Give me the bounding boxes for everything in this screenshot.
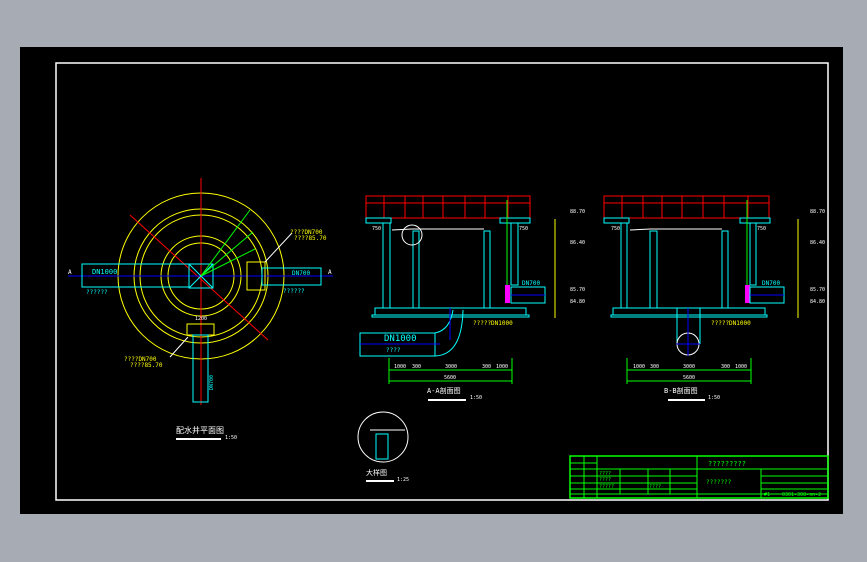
bb-dim-4: 300 xyxy=(721,364,730,370)
aa-scale: 1:50 xyxy=(470,395,482,401)
paper-sheet xyxy=(20,47,843,514)
detail-scale: 1:25 xyxy=(397,477,409,483)
bb-side-dim-1: 750 xyxy=(611,226,620,232)
pipe-left-label: DN1000 xyxy=(92,268,117,276)
drawing-canvas[interactable]: DN1000 ?????? DN700 ?????? A A ???? DN700… xyxy=(0,0,867,562)
note-right-level: ????85.70 xyxy=(294,235,327,242)
bb-side-dim-2: 750 xyxy=(757,226,766,232)
aa-pipe-big: DN1000 xyxy=(384,334,417,344)
pipe-bottom-label: DN700 xyxy=(209,375,215,390)
aa-level-4: 84.80 xyxy=(570,299,585,305)
bb-level-1: 88.70 xyxy=(810,209,825,215)
aa-pipe-big-note: ???? xyxy=(386,347,401,354)
aa-level-2: 86.40 xyxy=(570,240,585,246)
bb-title: B-B剖面图 xyxy=(664,386,698,395)
section-mark-a-left: A xyxy=(68,269,72,276)
aa-dim-4: 300 xyxy=(482,364,491,370)
bb-dim-5: 1000 xyxy=(735,364,747,370)
title-drawing: ??????? xyxy=(706,479,732,486)
title-project: ????????? xyxy=(708,460,746,468)
aa-dim-1: 1000 xyxy=(394,364,406,370)
aa-pipe-small: DN700 xyxy=(522,280,540,287)
bb-level-4: 84.80 xyxy=(810,299,825,305)
title-number: 0301-308-sn-2 xyxy=(782,492,821,498)
plan-title: 配水井平面图 xyxy=(176,425,224,435)
bb-dim-3: 3000 xyxy=(683,364,695,370)
detail-title: 大样图 xyxy=(366,468,387,477)
bb-level-3: 85.70 xyxy=(810,287,825,293)
pipe-left-note: ?????? xyxy=(86,289,108,296)
bb-dim-1: 1000 xyxy=(633,364,645,370)
valve-bb xyxy=(745,285,750,303)
aa-level-1: 88.70 xyxy=(570,209,585,215)
bb-pipe-note: ?????DN1000 xyxy=(711,320,751,327)
aa-level-3: 85.70 xyxy=(570,287,585,293)
aa-dim-5: 1000 xyxy=(496,364,508,370)
bb-level-2: 86.40 xyxy=(810,240,825,246)
aa-side-dim-2: 750 xyxy=(519,226,528,232)
dim-bottom: 1200 xyxy=(195,316,207,322)
aa-dim-2: 300 xyxy=(412,364,421,370)
aa-side-dim-1: 750 xyxy=(372,226,381,232)
bb-dim-total: 5600 xyxy=(683,375,695,381)
bb-dim-2: 300 xyxy=(650,364,659,370)
title-sheet: #1 xyxy=(764,492,770,498)
aa-title: A-A剖面图 xyxy=(427,386,461,395)
plan-scale: 1:50 xyxy=(225,435,237,441)
bb-pipe-small: DN700 xyxy=(762,280,780,287)
aa-dim-3: 3000 xyxy=(445,364,457,370)
section-mark-a: A xyxy=(328,269,332,276)
title-row-3: ????? xyxy=(599,484,614,490)
aa-pipe-note: ?????DN1000 xyxy=(473,320,513,327)
title-row-4: ???? xyxy=(649,484,661,490)
valve-aa xyxy=(505,285,510,303)
cad-viewport[interactable]: DN1000 ?????? DN700 ?????? A A ???? DN700… xyxy=(0,0,867,562)
aa-dim-total: 5600 xyxy=(444,375,456,381)
pipe-right-note: ?????? xyxy=(283,288,305,295)
bb-scale: 1:50 xyxy=(708,395,720,401)
title-row-2: ???? xyxy=(599,477,611,483)
note-bottom-level: ????85.70 xyxy=(130,362,163,369)
pipe-right-label: DN700 xyxy=(292,270,310,277)
